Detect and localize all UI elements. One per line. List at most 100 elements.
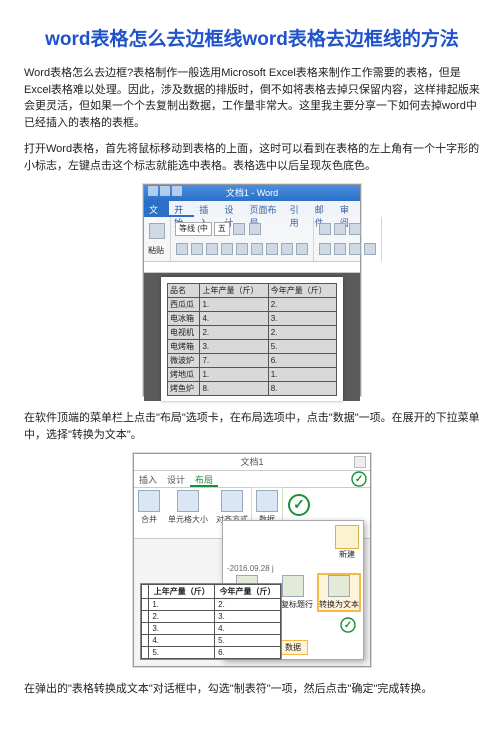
justify-icon[interactable] bbox=[364, 243, 376, 255]
step3-paragraph: 在弹出的"表格转换成文本"对话框中，勾选"制表符"一项，然后点击"确定"完成转换… bbox=[24, 681, 480, 698]
th-blank bbox=[142, 585, 149, 599]
align-left-icon[interactable] bbox=[319, 243, 331, 255]
undo-icon[interactable] bbox=[160, 186, 170, 196]
tab-insert[interactable]: 插入 bbox=[194, 201, 219, 217]
table-row: 电视机2.2. bbox=[168, 326, 337, 340]
tab-home[interactable]: 开始 bbox=[169, 201, 194, 217]
cell: 5. bbox=[268, 340, 336, 354]
save-icon[interactable] bbox=[138, 455, 148, 465]
window-titlebar: 文档1 bbox=[134, 454, 370, 471]
cell: 8. bbox=[268, 382, 336, 396]
merge-group[interactable]: 合并 bbox=[134, 488, 164, 538]
save-icon[interactable] bbox=[148, 186, 158, 196]
table-row: 1.2. bbox=[142, 599, 281, 611]
repeat-header-icon bbox=[282, 575, 304, 597]
cellsize-icon bbox=[177, 490, 199, 512]
align-right-icon[interactable] bbox=[349, 243, 361, 255]
cell: 5. bbox=[149, 647, 215, 659]
word-table-selected[interactable]: 品名 上年产量（斤） 今年产量（斤） 西瓜瓜1.2. 电冰箱4.3. 电视机2.… bbox=[167, 283, 337, 396]
strike-icon[interactable] bbox=[221, 243, 233, 255]
cell: 1. bbox=[149, 599, 215, 611]
font-family-select[interactable]: 等线 (中 bbox=[175, 222, 212, 236]
cell: 电视机 bbox=[168, 326, 200, 340]
cellsize-group[interactable]: 单元格大小 bbox=[164, 488, 212, 538]
font-color-icon[interactable] bbox=[296, 243, 308, 255]
th-name: 品名 bbox=[168, 284, 200, 298]
cell: 8. bbox=[200, 382, 268, 396]
cell bbox=[142, 611, 149, 623]
tab-insert[interactable]: 插入 bbox=[134, 471, 162, 487]
cell: 1. bbox=[268, 368, 336, 382]
cell: 微波炉 bbox=[168, 354, 200, 368]
checkmark-icon: ✓ bbox=[351, 471, 366, 486]
th-this-year: 今年产量（斤） bbox=[215, 585, 281, 599]
tab-review[interactable]: 审阅 bbox=[335, 201, 360, 217]
quick-access-toolbar bbox=[138, 455, 160, 465]
cell: 4. bbox=[200, 312, 268, 326]
table-row: 4.5. bbox=[142, 635, 281, 647]
table-row: 3.4. bbox=[142, 623, 281, 635]
italic-icon[interactable] bbox=[191, 243, 203, 255]
tab-layout[interactable]: 页面布局 bbox=[244, 201, 284, 217]
text-effects-icon[interactable] bbox=[266, 243, 278, 255]
superscript-icon[interactable] bbox=[251, 243, 263, 255]
cell: 3. bbox=[215, 611, 281, 623]
bullets-icon[interactable] bbox=[319, 223, 331, 235]
underline-icon[interactable] bbox=[206, 243, 218, 255]
ruler bbox=[144, 262, 360, 273]
clipboard-group: 粘贴 bbox=[144, 217, 171, 261]
tab-design[interactable]: 设计 bbox=[219, 201, 244, 217]
cell: 2. bbox=[268, 326, 336, 340]
quick-access-toolbar bbox=[148, 186, 182, 196]
convert-to-text-item[interactable]: 转换为文本 bbox=[319, 575, 359, 610]
tab-file[interactable]: 文件 bbox=[144, 201, 169, 217]
subscript-icon[interactable] bbox=[236, 243, 248, 255]
font-group: 等线 (中 五 bbox=[171, 217, 314, 261]
tab-layout[interactable]: 布局 bbox=[190, 471, 218, 487]
cell: 1. bbox=[200, 368, 268, 382]
cell: 4. bbox=[215, 623, 281, 635]
tab-design[interactable]: 设计 bbox=[162, 471, 190, 487]
checkmark-icon: ✓ bbox=[288, 494, 310, 516]
font-size-select[interactable]: 五 bbox=[214, 222, 230, 236]
convert-icon bbox=[328, 575, 350, 597]
step2-paragraph: 在软件顶端的菜单栏上点击"布局"选项卡，在布局选项中，点击"数据"一项。在展开的… bbox=[24, 410, 480, 443]
intro-paragraph: Word表格怎么去边框?表格制作一般选用Microsoft Excel表格来制作… bbox=[24, 65, 480, 131]
paste-icon[interactable] bbox=[149, 223, 165, 239]
shrink-font-icon[interactable] bbox=[249, 223, 261, 235]
cell: 2. bbox=[215, 599, 281, 611]
cell: 2. bbox=[268, 298, 336, 312]
table-row: 烤鱼炉8.8. bbox=[168, 382, 337, 396]
grow-font-icon[interactable] bbox=[233, 223, 245, 235]
new-label: 新建 bbox=[339, 549, 355, 560]
checkmark-icon: ✓ bbox=[340, 617, 355, 632]
merge-icon bbox=[138, 490, 160, 512]
bold-icon[interactable] bbox=[176, 243, 188, 255]
tab-mailings[interactable]: 邮件 bbox=[310, 201, 335, 217]
cell bbox=[142, 623, 149, 635]
multilevel-icon[interactable] bbox=[349, 223, 361, 235]
window-titlebar: 文档1 - Word bbox=[144, 185, 360, 201]
redo-icon[interactable] bbox=[172, 186, 182, 196]
data-icon bbox=[256, 490, 278, 512]
screenshot-word-table-selected: 文档1 - Word 文件 开始 插入 设计 页面布局 引用 邮件 审阅 粘贴 … bbox=[143, 184, 361, 396]
table-row: 5.6. bbox=[142, 647, 281, 659]
numbering-icon[interactable] bbox=[334, 223, 346, 235]
window-controls-icon[interactable] bbox=[354, 456, 366, 468]
align-icon bbox=[221, 490, 243, 512]
new-icon bbox=[335, 525, 359, 549]
table-header-row: 品名 上年产量（斤） 今年产量（斤） bbox=[168, 284, 337, 298]
highlight-icon[interactable] bbox=[281, 243, 293, 255]
cell: 3. bbox=[200, 340, 268, 354]
merge-label: 合并 bbox=[141, 514, 157, 525]
undo-icon[interactable] bbox=[150, 455, 160, 465]
paragraph-group bbox=[314, 217, 382, 261]
table-row: 烤地瓜1.1. bbox=[168, 368, 337, 382]
th-last-year: 上年产量（斤） bbox=[200, 284, 268, 298]
step1-paragraph: 打开Word表格，首先将鼠标移动到表格的上面，这时可以看到在表格的左上角有一个十… bbox=[24, 141, 480, 174]
cell: 烤鱼炉 bbox=[168, 382, 200, 396]
tab-references[interactable]: 引用 bbox=[285, 201, 310, 217]
page-title: word表格怎么去边框线word表格去边框线的方法 bbox=[24, 24, 480, 51]
align-center-icon[interactable] bbox=[334, 243, 346, 255]
new-item[interactable]: 新建 bbox=[335, 525, 359, 560]
